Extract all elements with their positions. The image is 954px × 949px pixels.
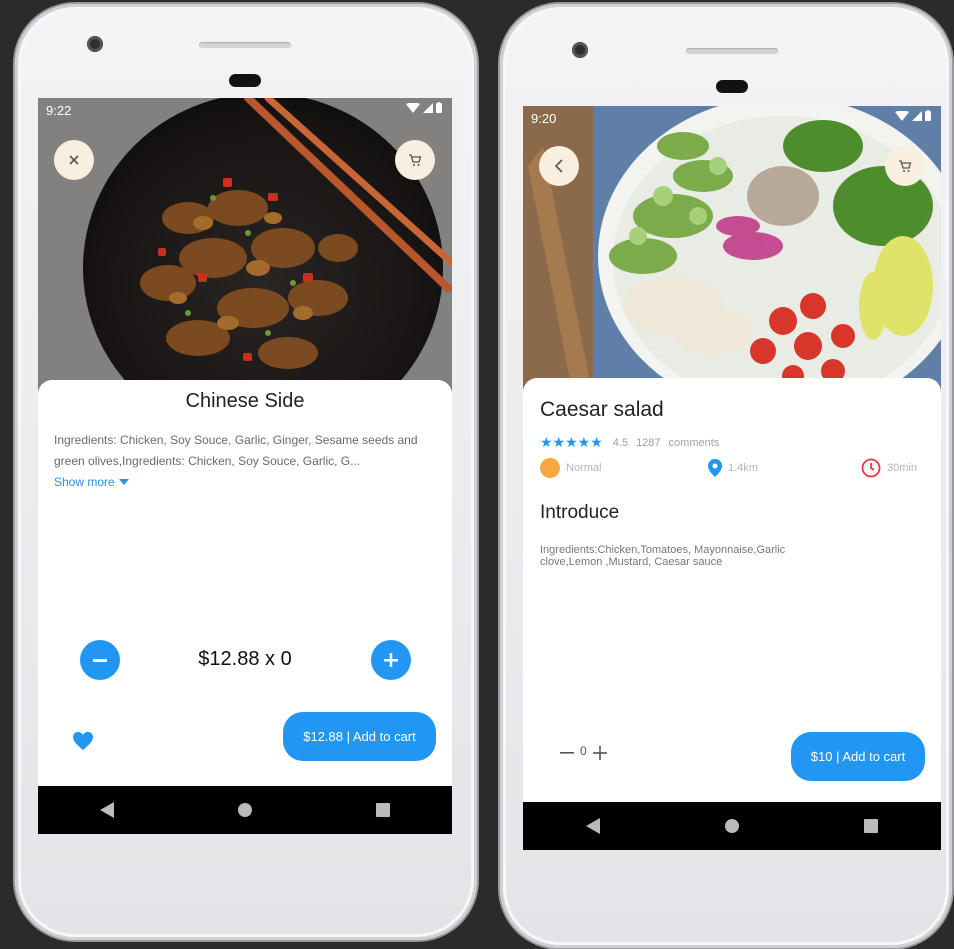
back-nav-icon[interactable] bbox=[100, 802, 114, 818]
heart-icon[interactable] bbox=[72, 731, 94, 751]
status-icons bbox=[895, 110, 931, 121]
hero-image-stirfry bbox=[38, 98, 452, 398]
android-nav-bar bbox=[38, 786, 452, 834]
location-pin-icon bbox=[708, 459, 722, 477]
speaker-grill bbox=[686, 48, 778, 54]
comments-label[interactable]: comments bbox=[669, 437, 720, 449]
clock-icon bbox=[861, 458, 881, 478]
cart-icon bbox=[409, 154, 422, 166]
status-bar: 9:20 bbox=[523, 106, 941, 130]
caret-down-icon bbox=[118, 479, 129, 485]
earpiece bbox=[229, 74, 261, 87]
status-icons bbox=[406, 102, 442, 113]
difficulty-dot-icon bbox=[540, 458, 560, 478]
add-to-cart-button[interactable]: $10 | Add to cart bbox=[791, 732, 925, 781]
back-button[interactable] bbox=[539, 146, 579, 186]
status-time: 9:22 bbox=[46, 103, 72, 118]
close-button[interactable] bbox=[54, 140, 94, 180]
plus-icon bbox=[384, 653, 398, 667]
product-description: Ingredients: Chicken, Soy Souce, Garlic,… bbox=[54, 433, 418, 468]
product-description: Ingredients:Chicken,Tomatoes, Mayonnaise… bbox=[540, 544, 786, 568]
battery-icon bbox=[925, 110, 931, 121]
cart-button[interactable] bbox=[395, 140, 435, 180]
battery-icon bbox=[436, 102, 442, 113]
phone-frame-right: 9:20 Caesar salad ★★★★★ 4.5 1287 comment… bbox=[500, 4, 952, 948]
recents-nav-icon[interactable] bbox=[864, 819, 879, 833]
front-camera bbox=[572, 42, 588, 58]
phone-frame-left: 9:22 Chinese Side Ingredients: Chicken, … bbox=[15, 4, 477, 940]
close-icon bbox=[69, 155, 79, 165]
status-bar: 9:22 bbox=[38, 98, 452, 122]
quantity-stepper: 0 bbox=[560, 744, 607, 760]
rating-stars-icon: ★★★★★ bbox=[540, 434, 603, 450]
android-nav-bar bbox=[523, 802, 941, 850]
signal-icon bbox=[912, 110, 922, 121]
plus-icon[interactable] bbox=[592, 746, 607, 760]
recents-nav-icon[interactable] bbox=[376, 803, 390, 817]
rating-row: ★★★★★ 4.5 1287 comments bbox=[540, 434, 719, 451]
increase-quantity-button[interactable] bbox=[371, 640, 411, 680]
time-label: 30min bbox=[887, 462, 917, 474]
wifi-icon bbox=[895, 110, 909, 121]
product-title: Chinese Side bbox=[185, 390, 305, 412]
details-sheet: Caesar salad ★★★★★ 4.5 1287 comments Nor… bbox=[523, 378, 941, 802]
add-to-cart-button[interactable]: $12.88 | Add to cart bbox=[283, 712, 436, 761]
quantity-value: 0 bbox=[580, 744, 587, 758]
screen-right: 9:20 Caesar salad ★★★★★ 4.5 1287 comment… bbox=[523, 106, 941, 850]
product-title: Caesar salad bbox=[540, 398, 664, 421]
show-more-label: Show more bbox=[54, 475, 115, 489]
introduce-heading: Introduce bbox=[540, 502, 620, 523]
difficulty-label: Normal bbox=[566, 462, 602, 474]
signal-icon bbox=[423, 102, 433, 113]
hero-image-salad bbox=[523, 106, 941, 396]
speaker-grill bbox=[199, 42, 291, 48]
back-icon bbox=[554, 159, 563, 173]
cart-button[interactable] bbox=[885, 146, 925, 186]
status-time: 9:20 bbox=[531, 111, 557, 126]
screen-left: 9:22 Chinese Side Ingredients: Chicken, … bbox=[38, 98, 452, 834]
cart-icon bbox=[899, 160, 912, 172]
rating-value: 4.5 bbox=[612, 436, 629, 449]
home-nav-icon[interactable] bbox=[238, 803, 252, 817]
time-item: 30min bbox=[861, 458, 917, 478]
wifi-icon bbox=[406, 102, 420, 113]
comments-count: 1287 bbox=[636, 436, 661, 449]
details-sheet: Chinese Side Ingredients: Chicken, Soy S… bbox=[38, 380, 452, 786]
minus-icon[interactable] bbox=[560, 752, 574, 754]
home-nav-icon[interactable] bbox=[724, 819, 739, 833]
show-more-link[interactable]: Show more bbox=[54, 475, 129, 489]
difficulty-item: Normal bbox=[540, 458, 601, 478]
meta-row: Normal 1.4km 30min bbox=[540, 458, 927, 480]
back-nav-icon[interactable] bbox=[585, 818, 600, 834]
distance-label: 1.4km bbox=[728, 462, 758, 474]
front-camera bbox=[87, 36, 103, 52]
earpiece bbox=[716, 80, 748, 93]
distance-item: 1.4km bbox=[708, 459, 758, 477]
